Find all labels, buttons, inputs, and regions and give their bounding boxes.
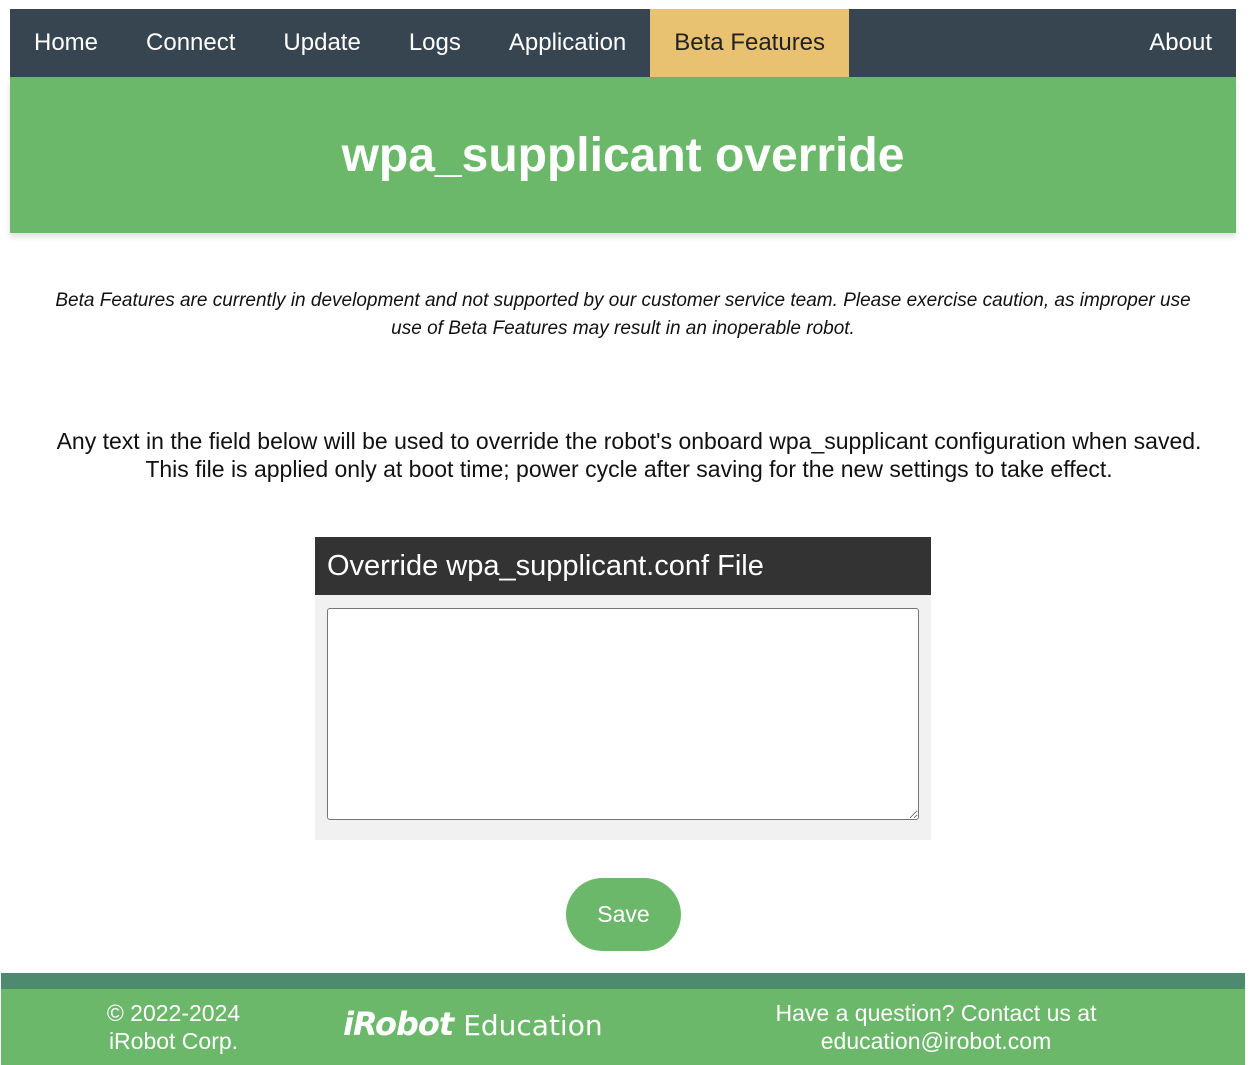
copyright-years: © 2022-2024 — [106, 1000, 241, 1026]
footer-divider — [1, 973, 1245, 989]
nav-about[interactable]: About — [1125, 9, 1236, 77]
nav-home[interactable]: Home — [10, 9, 122, 77]
logo-brand: iRobot — [343, 1005, 454, 1043]
save-button[interactable]: Save — [566, 878, 681, 951]
contact-prompt: Have a question? Contact us at — [775, 1000, 1097, 1026]
override-card: Override wpa_supplicant.conf File — [315, 537, 931, 840]
disclaimer-line-2: use of Beta Features may result in an in… — [391, 318, 855, 339]
nav-beta-features[interactable]: Beta Features — [650, 9, 850, 77]
nav-connect[interactable]: Connect — [122, 9, 259, 77]
nav-logs[interactable]: Logs — [385, 9, 485, 77]
disclaimer-line-1: Beta Features are currently in developme… — [55, 290, 1191, 311]
contact-email-link[interactable]: education@irobot.com — [821, 1028, 1051, 1054]
nav-application[interactable]: Application — [485, 9, 650, 77]
page-header: wpa_supplicant override — [10, 77, 1236, 233]
override-description: Any text in the field below will be used… — [10, 427, 1248, 483]
page-title: wpa_supplicant override — [341, 128, 905, 182]
wpa-supplicant-textarea[interactable] — [327, 608, 919, 820]
irobot-education-logo: iRobot Education — [343, 1005, 603, 1045]
copyright: © 2022-2024 iRobot Corp. — [71, 999, 276, 1055]
top-nav: Home Connect Update Logs Application Bet… — [10, 9, 1236, 77]
page-footer: © 2022-2024 iRobot Corp. iRobot Educatio… — [1, 989, 1245, 1065]
nav-update[interactable]: Update — [259, 9, 384, 77]
description-line-2: This file is applied only at boot time; … — [145, 456, 1113, 482]
beta-disclaimer: Beta Features are currently in developme… — [20, 287, 1226, 343]
logo-suffix: Education — [463, 1009, 603, 1042]
description-line-1: Any text in the field below will be used… — [56, 428, 1202, 454]
copyright-company: iRobot Corp. — [108, 1028, 239, 1054]
contact-info: Have a question? Contact us at education… — [741, 999, 1131, 1055]
card-title: Override wpa_supplicant.conf File — [315, 537, 931, 595]
